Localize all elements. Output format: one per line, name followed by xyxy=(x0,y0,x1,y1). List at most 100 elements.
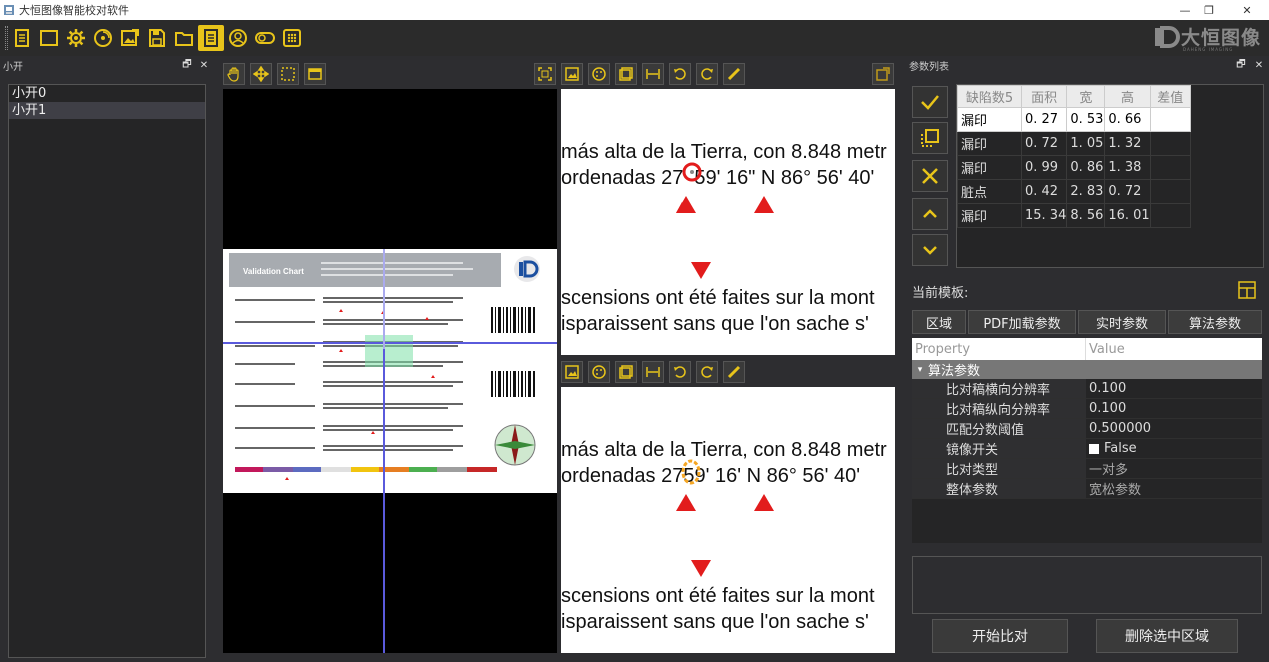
select-all-button[interactable] xyxy=(912,122,948,154)
palette-button[interactable] xyxy=(588,63,610,85)
defect-area: 0. 27 xyxy=(1020,107,1068,132)
crosshair-vertical-top xyxy=(383,249,385,349)
popout-button[interactable] xyxy=(872,63,894,85)
rotate-right-button[interactable] xyxy=(696,63,718,85)
table-row[interactable]: 漏印 0. 99 0. 86 1. 38 xyxy=(957,155,1191,180)
fit-view-button[interactable] xyxy=(534,63,556,85)
property-value[interactable]: 宽松参数 xyxy=(1086,479,1262,498)
parameter-panel: 参数列表 🗗 ✕ 缺陷数5 面积 宽 高 差值 漏印 0. 27 0. 53 0… xyxy=(906,56,1269,662)
rotate-left-button[interactable] xyxy=(669,63,691,85)
layers-button[interactable] xyxy=(615,63,637,85)
delete-region-button[interactable]: 删除选中区域 xyxy=(1096,619,1238,653)
crop-line-3: scensions ont été faites sur la mont xyxy=(561,287,875,309)
pan-button[interactable] xyxy=(223,63,245,85)
image-button[interactable] xyxy=(561,63,583,85)
defect-type: 漏印 xyxy=(957,203,1022,228)
close-panel-icon[interactable]: ✕ xyxy=(197,57,211,73)
property-row[interactable]: 比对类型 一对多 xyxy=(912,459,1262,479)
property-row[interactable]: 匹配分数阈值 0.500000 xyxy=(912,419,1262,439)
width-button[interactable] xyxy=(642,361,664,383)
image-button[interactable] xyxy=(561,361,583,383)
float-icon[interactable]: 🗗 xyxy=(1234,57,1248,73)
property-row[interactable]: 比对稿纵向分辨率 0.100 xyxy=(912,399,1262,419)
list-button[interactable] xyxy=(9,25,35,51)
width-button[interactable] xyxy=(642,63,664,85)
tab-region[interactable]: 区域 xyxy=(912,310,966,334)
window-button[interactable] xyxy=(304,63,326,85)
defect-type: 漏印 xyxy=(957,155,1022,180)
table-row[interactable]: 漏印 15. 34 8. 56 16. 01 xyxy=(957,203,1191,228)
main-image-view[interactable]: Validation Chart xyxy=(223,89,557,653)
start-compare-button[interactable]: 开始比对 xyxy=(932,619,1068,653)
ruler-icon xyxy=(727,365,741,379)
property-value[interactable]: 一对多 xyxy=(1086,459,1262,478)
mirror-checkbox[interactable] xyxy=(1089,443,1099,454)
property-row[interactable]: 镜像开关 False xyxy=(912,439,1262,459)
template-button[interactable] xyxy=(1235,278,1259,302)
tree-item[interactable]: 小开1 xyxy=(9,102,205,119)
measure-button[interactable] xyxy=(723,63,745,85)
x-icon xyxy=(922,168,938,184)
measure-button[interactable] xyxy=(723,361,745,383)
template-crop-view[interactable]: más alta de la Tierra, con 8.848 metr or… xyxy=(561,89,895,355)
col-header[interactable]: 高 xyxy=(1104,85,1151,108)
move-button[interactable] xyxy=(250,63,272,85)
tab-realtime-params[interactable]: 实时参数 xyxy=(1078,310,1166,334)
confirm-button[interactable] xyxy=(912,86,948,118)
tab-algorithm-params[interactable]: 算法参数 xyxy=(1168,310,1262,334)
float-icon[interactable]: 🗗 xyxy=(180,57,194,73)
move-up-button[interactable] xyxy=(912,198,948,230)
disc-button[interactable] xyxy=(90,25,116,51)
property-header: Property xyxy=(912,338,1086,360)
property-row[interactable]: 比对稿横向分辨率 0.100 xyxy=(912,379,1262,399)
move-down-button[interactable] xyxy=(912,234,948,266)
restore-icon[interactable]: ❐ xyxy=(1194,0,1224,20)
property-value[interactable]: 0.100 xyxy=(1086,399,1262,418)
toggle-button[interactable] xyxy=(252,25,278,51)
select-region-button[interactable] xyxy=(277,63,299,85)
close-icon[interactable]: ✕ xyxy=(1232,0,1262,20)
right-panel-title-bar: 参数列表 🗗 ✕ xyxy=(906,56,1269,74)
document-button[interactable] xyxy=(198,25,224,51)
sample-crop-view[interactable]: más alta de la Tierra, con 8.848 metr or… xyxy=(561,387,895,653)
brand-logo: 大恒图像 DAHENG IMAGING xyxy=(1153,23,1261,52)
col-header[interactable]: 宽 xyxy=(1066,85,1106,108)
collapse-icon[interactable]: ▾ xyxy=(912,365,928,375)
save-button[interactable] xyxy=(144,25,170,51)
tree-item[interactable]: 小开0 xyxy=(9,85,205,102)
grid-button[interactable] xyxy=(279,25,305,51)
table-row[interactable]: 脏点 0. 42 2. 83 0. 72 xyxy=(957,179,1191,204)
tab-pdf-params[interactable]: PDF加载参数 xyxy=(968,310,1076,334)
rect-button[interactable] xyxy=(36,25,62,51)
title-bar: 大恒图像智能校对软件 — ❐ ✕ xyxy=(0,0,1269,20)
col-header[interactable]: 面积 xyxy=(1020,85,1068,108)
property-value[interactable]: 0.100 xyxy=(1086,379,1262,398)
rotate-right-button[interactable] xyxy=(696,361,718,383)
col-header[interactable]: 差值 xyxy=(1149,85,1191,108)
palette-button[interactable] xyxy=(588,361,610,383)
defect-circle-bottom[interactable] xyxy=(681,459,701,485)
rotate-left-button[interactable] xyxy=(669,361,691,383)
palette-icon xyxy=(592,365,606,379)
open-folder-button[interactable] xyxy=(171,25,197,51)
selected-region[interactable] xyxy=(365,335,413,367)
settings-button[interactable] xyxy=(63,25,89,51)
table-row[interactable]: 漏印 0. 72 1. 05 1. 32 xyxy=(957,131,1191,156)
width-icon xyxy=(646,367,660,377)
layers-button[interactable] xyxy=(615,361,637,383)
layers-icon xyxy=(619,365,633,379)
close-panel-icon[interactable]: ✕ xyxy=(1252,57,1266,73)
property-row[interactable]: 整体参数 宽松参数 xyxy=(912,479,1262,499)
property-value[interactable]: False xyxy=(1086,439,1262,458)
delete-button[interactable] xyxy=(912,160,948,192)
property-category[interactable]: ▾ 算法参数 xyxy=(912,360,1262,379)
property-value[interactable]: 0.500000 xyxy=(1086,419,1262,438)
user-button[interactable] xyxy=(225,25,251,51)
mirror-value: False xyxy=(1104,441,1137,456)
col-header[interactable]: 缺陷数5 xyxy=(957,85,1022,108)
defect-diff xyxy=(1149,131,1191,156)
defect-height: 1. 38 xyxy=(1104,155,1151,180)
table-row[interactable]: 漏印 0. 27 0. 53 0. 66 xyxy=(957,107,1191,132)
export-image-button[interactable] xyxy=(117,25,143,51)
toolbar-grip[interactable] xyxy=(5,26,8,50)
